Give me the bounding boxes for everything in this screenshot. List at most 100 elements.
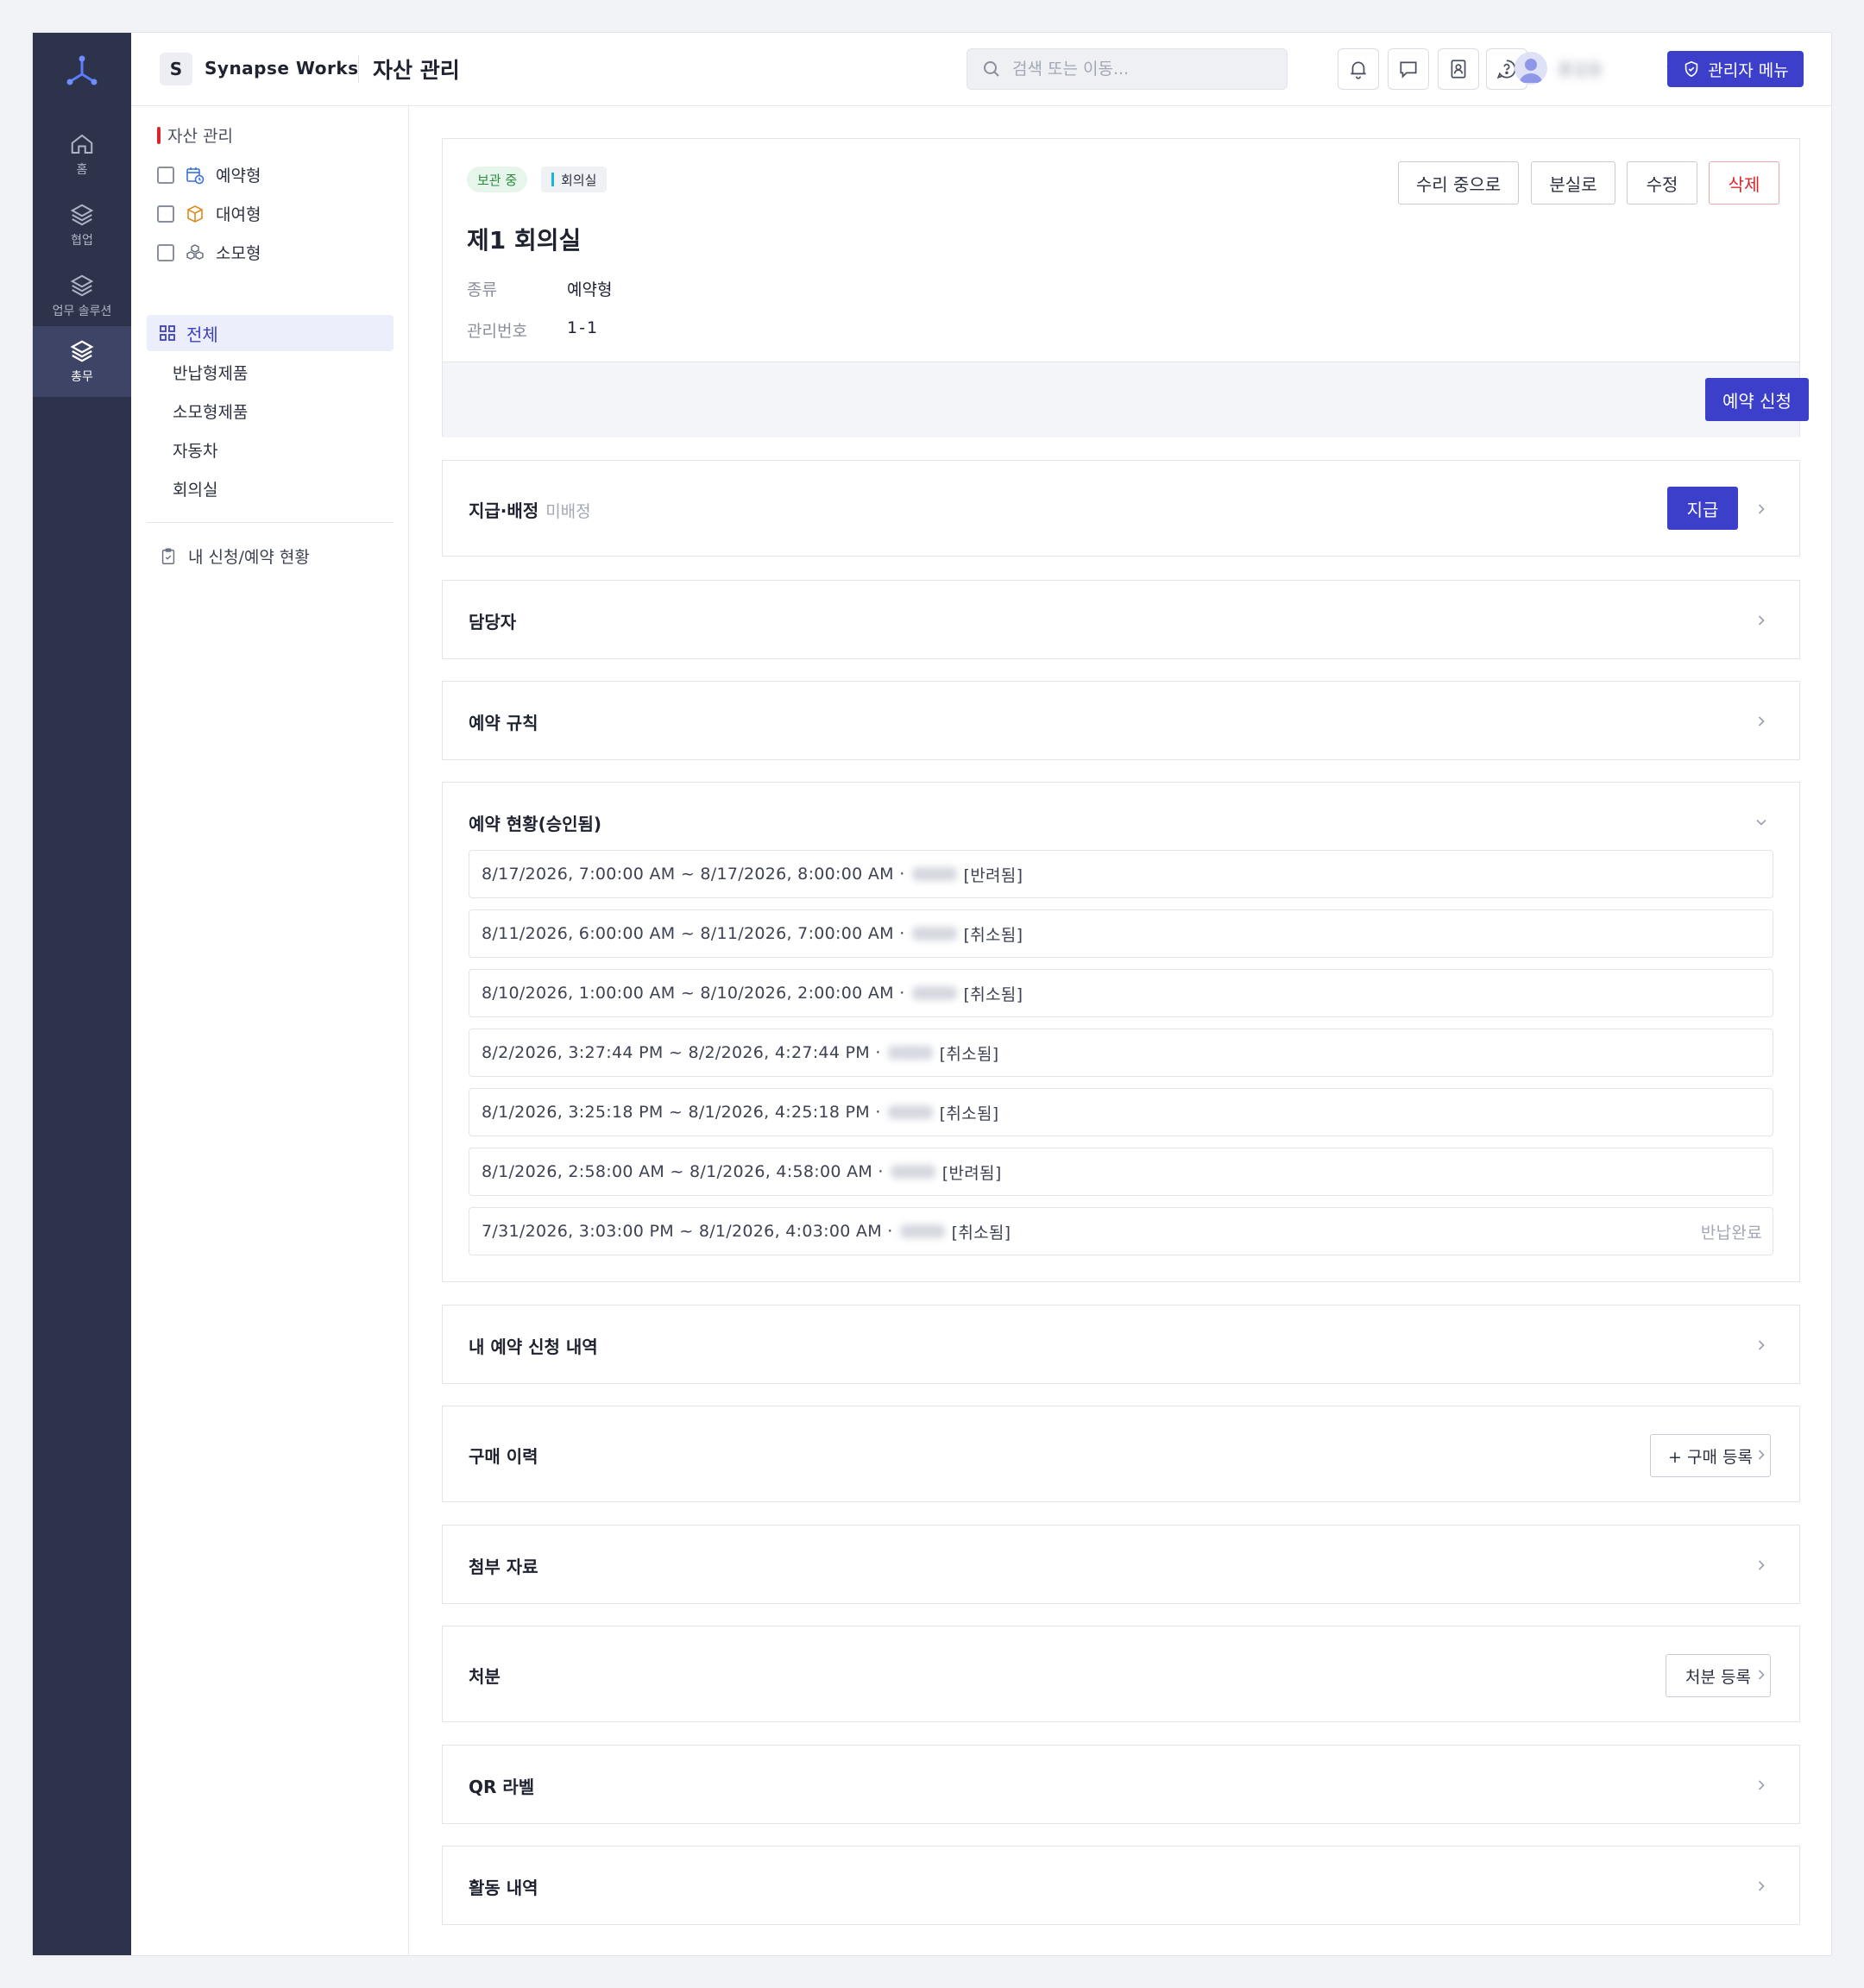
list-item[interactable]: 7/31/2026, 3:03:00 PM ~ 8/1/2026, 4:03:0…	[469, 1207, 1773, 1255]
reservation-state: [반려됨]	[963, 865, 1023, 885]
section-my-reservations[interactable]: 내 예약 신청 내역	[442, 1305, 1800, 1384]
section-manager[interactable]: 담당자	[442, 580, 1800, 659]
section-reservation-rules[interactable]: 예약 규칙	[442, 681, 1800, 760]
mark-repair-button[interactable]: 수리 중으로	[1398, 161, 1519, 204]
sidebar-category-returnable[interactable]: 반납형제품	[173, 361, 248, 384]
contact-book-icon	[1451, 60, 1466, 79]
sidebar-category-car[interactable]: 자동차	[173, 438, 217, 462]
rail-item-label: 홈	[76, 163, 88, 177]
redacted-name	[887, 1046, 933, 1060]
reservation-range: 8/11/2026, 6:00:00 AM ~ 8/11/2026, 7:00:…	[482, 924, 905, 943]
chevron-right-icon[interactable]	[1753, 713, 1770, 730]
redacted-name	[890, 1165, 935, 1179]
asset-card-footer: 예약 신청	[443, 362, 1809, 437]
calendar-clock-icon	[186, 167, 205, 184]
list-item[interactable]: 8/2/2026, 3:27:44 PM ~ 8/2/2026, 4:27:44…	[469, 1029, 1773, 1077]
reservation-state: [취소됨]	[939, 1044, 999, 1064]
sidebar-filter-label: 소모형	[216, 244, 261, 263]
sidebar-item-my-requests[interactable]: 내 신청/예약 현황	[159, 544, 310, 568]
list-item[interactable]: 8/17/2026, 7:00:00 AM ~ 8/17/2026, 8:00:…	[469, 850, 1773, 898]
layers-icon	[70, 274, 94, 297]
section-attachments[interactable]: 첨부 자료	[442, 1525, 1800, 1604]
section-disposal[interactable]: 처분 처분 등록	[442, 1626, 1800, 1722]
section-activity[interactable]: 활동 내역	[442, 1846, 1800, 1925]
app-rail: 홈 협업 업무 솔루션 총무	[33, 33, 131, 1955]
sidebar-category-consumable[interactable]: 소모형제품	[173, 399, 248, 423]
reservation-state: [취소됨]	[939, 1104, 999, 1123]
chat-icon	[1400, 61, 1417, 79]
list-item[interactable]: 8/1/2026, 3:25:18 PM ~ 8/1/2026, 4:25:18…	[469, 1088, 1773, 1136]
workspace-name[interactable]: Synapse Works	[205, 58, 359, 79]
section-marker	[157, 126, 161, 144]
return-status: 반납완료	[1700, 1223, 1762, 1242]
user-menu[interactable]: 홍길동	[1514, 52, 1680, 85]
rail-item-home[interactable]: 홈	[33, 119, 131, 190]
app-logo-icon[interactable]	[62, 52, 102, 91]
checkbox[interactable]	[157, 166, 174, 184]
category-marker	[551, 173, 554, 186]
sidebar-filter-consumable[interactable]: 소모형	[157, 241, 261, 264]
sidebar-category-meeting-room[interactable]: 회의실	[173, 477, 217, 500]
grid-icon	[160, 325, 175, 341]
user-name: 홍길동	[1558, 60, 1603, 79]
meta-label-type: 종류	[467, 280, 497, 299]
search-box[interactable]	[967, 48, 1288, 90]
edit-button[interactable]: 수정	[1627, 161, 1697, 204]
reservation-range: 8/1/2026, 3:25:18 PM ~ 8/1/2026, 4:25:18…	[482, 1103, 881, 1122]
chevron-right-icon[interactable]	[1753, 1777, 1770, 1794]
avatar	[1514, 52, 1547, 85]
notifications-button[interactable]	[1338, 48, 1379, 90]
redacted-name	[899, 1224, 945, 1238]
contacts-button[interactable]	[1438, 48, 1479, 90]
rail-item-general-affairs[interactable]: 총무	[33, 326, 131, 397]
section-assign[interactable]: 지급·배정 미배정 지급	[442, 460, 1800, 557]
section-title: 활동 내역	[469, 1878, 538, 1898]
section-title: 첨부 자료	[469, 1557, 538, 1577]
redacted-name	[887, 1105, 933, 1119]
assign-button[interactable]: 지급	[1667, 487, 1738, 530]
sidebar-section-label: 자산 관리	[167, 127, 233, 146]
delete-button[interactable]: 삭제	[1709, 161, 1779, 204]
redacted-name	[911, 927, 957, 941]
list-item[interactable]: 8/1/2026, 2:58:00 AM ~ 8/1/2026, 4:58:00…	[469, 1148, 1773, 1196]
reservation-range: 8/1/2026, 2:58:00 AM ~ 8/1/2026, 4:58:00…	[482, 1162, 884, 1181]
sidebar-item-label: 내 신청/예약 현황	[188, 548, 310, 567]
workspace-badge[interactable]: S	[160, 53, 192, 85]
checkbox[interactable]	[157, 204, 174, 223]
chevron-down-icon[interactable]	[1753, 814, 1770, 831]
checkbox[interactable]	[157, 243, 174, 261]
chevron-right-icon[interactable]	[1753, 1666, 1770, 1683]
rail-item-collab[interactable]: 협업	[33, 190, 131, 261]
reservation-state: [취소됨]	[963, 985, 1023, 1004]
reservation-range: 8/17/2026, 7:00:00 AM ~ 8/17/2026, 8:00:…	[482, 865, 905, 884]
chevron-right-icon[interactable]	[1753, 1446, 1770, 1463]
app-window: 홈 협업 업무 솔루션 총무 S Synapse Works 자산 관리 검색 …	[32, 32, 1832, 1956]
chevron-right-icon[interactable]	[1753, 1557, 1770, 1574]
section-purchase-history[interactable]: 구매 이력 + 구매 등록	[442, 1406, 1800, 1502]
sidebar-filter-reservable[interactable]: 예약형	[157, 163, 261, 186]
mark-lost-button[interactable]: 분실로	[1531, 161, 1615, 204]
clipboard-check-icon	[161, 548, 175, 564]
search-input[interactable]	[1012, 60, 1271, 79]
asset-summary-card: 보관 중 회의실 수리 중으로 분실로 수정 삭제 제1 회의실 종류 예약형 …	[442, 138, 1809, 437]
meta-value-type: 예약형	[567, 280, 613, 299]
list-item[interactable]: 8/11/2026, 6:00:00 AM ~ 8/11/2026, 7:00:…	[469, 909, 1773, 958]
asset-name: 제1 회의실	[467, 226, 582, 255]
sidebar: 자산 관리 예약형 대여형 소모형 전체 반납형제품 소모형제품 자동차 회의실	[131, 106, 409, 1955]
admin-menu-button[interactable]: 관리자 메뉴	[1667, 51, 1804, 87]
chevron-right-icon[interactable]	[1753, 1878, 1770, 1895]
reserve-button[interactable]: 예약 신청	[1705, 378, 1809, 421]
section-qr-label[interactable]: QR 라벨	[442, 1745, 1800, 1824]
chevron-right-icon[interactable]	[1753, 1337, 1770, 1354]
chevron-right-icon[interactable]	[1753, 612, 1770, 629]
section-title: 예약 규칙	[469, 713, 538, 733]
list-item[interactable]: 8/10/2026, 1:00:00 AM ~ 8/10/2026, 2:00:…	[469, 969, 1773, 1017]
messages-button[interactable]	[1388, 48, 1429, 90]
layers-icon	[70, 204, 94, 226]
rail-item-solutions[interactable]: 업무 솔루션	[33, 261, 131, 331]
chevron-right-icon[interactable]	[1753, 500, 1770, 518]
section-title-text: 지급·배정	[469, 500, 539, 521]
sidebar-filter-rental[interactable]: 대여형	[157, 202, 261, 225]
status-badge: 보관 중	[467, 167, 528, 192]
sidebar-item-all[interactable]: 전체	[147, 315, 394, 351]
